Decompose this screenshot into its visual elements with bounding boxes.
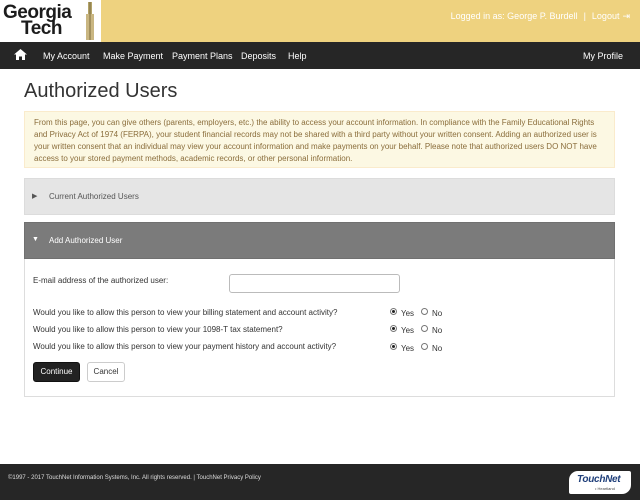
logged-in-text: Logged in as: George P. Burdell: [450, 11, 578, 21]
user-bar: Logged in as: George P. Burdell | Logout ⇥: [451, 11, 630, 22]
add-user-panel-header[interactable]: ▼ Add Authorized User: [24, 222, 615, 259]
billing-yes-label: Yes: [401, 309, 415, 318]
separator: |: [583, 11, 586, 21]
add-user-title: Add Authorized User: [49, 236, 123, 245]
touchnet-brand: TouchNet: [577, 474, 621, 485]
current-users-title: Current Authorized Users: [49, 192, 139, 201]
logout-link[interactable]: Logout: [592, 11, 620, 21]
continue-button[interactable]: Continue: [33, 362, 80, 382]
nav-my-profile[interactable]: My Profile: [583, 51, 623, 61]
history-no-label: No: [432, 344, 443, 353]
main-navbar: My Account Make Payment Payment Plans De…: [0, 42, 640, 69]
georgia-tech-logo[interactable]: Georgia Tech: [0, 0, 101, 42]
email-label: E-mail address of the authorized user:: [33, 276, 169, 285]
question-payment-history: Would you like to allow this person to v…: [33, 342, 337, 351]
billing-no-label: No: [432, 309, 443, 318]
nav-make-payment[interactable]: Make Payment: [103, 51, 163, 61]
history-yes-radio[interactable]: [390, 343, 397, 350]
tax-no-label: No: [432, 326, 443, 335]
current-users-panel-header[interactable]: ▶ Current Authorized Users: [24, 178, 615, 215]
billing-no-radio[interactable]: [421, 308, 428, 315]
logo-line-2: Tech: [21, 18, 62, 39]
tech-tower-icon: [86, 2, 94, 40]
heartland-subbrand: • Heartland: [595, 486, 615, 491]
email-input[interactable]: [229, 274, 400, 293]
history-yes-label: Yes: [401, 344, 415, 353]
tax-yes-label: Yes: [401, 326, 415, 335]
billing-yes-radio[interactable]: [390, 308, 397, 315]
history-no-radio[interactable]: [421, 343, 428, 350]
nav-payment-plans[interactable]: Payment Plans: [172, 51, 233, 61]
top-header: Georgia Tech Logged in as: George P. Bur…: [0, 0, 640, 42]
ferpa-notice: From this page, you can give others (par…: [24, 111, 615, 168]
tax-yes-radio[interactable]: [390, 325, 397, 332]
tax-no-radio[interactable]: [421, 325, 428, 332]
page-title: Authorized Users: [24, 80, 178, 102]
nav-help[interactable]: Help: [288, 51, 307, 61]
home-icon[interactable]: [14, 49, 27, 60]
question-billing: Would you like to allow this person to v…: [33, 308, 338, 317]
cancel-button[interactable]: Cancel: [87, 362, 125, 382]
touchnet-logo[interactable]: TouchNet • Heartland: [569, 471, 631, 494]
expand-caret-icon: ▶: [32, 193, 38, 200]
copyright-text: ©1997 - 2017 TouchNet Information System…: [8, 475, 261, 481]
nav-deposits[interactable]: Deposits: [241, 51, 276, 61]
nav-my-account[interactable]: My Account: [43, 51, 90, 61]
question-1098t: Would you like to allow this person to v…: [33, 325, 283, 334]
logout-icon[interactable]: ⇥: [622, 11, 630, 22]
collapse-caret-icon: ▼: [32, 236, 39, 243]
footer: ©1997 - 2017 TouchNet Information System…: [0, 464, 640, 500]
